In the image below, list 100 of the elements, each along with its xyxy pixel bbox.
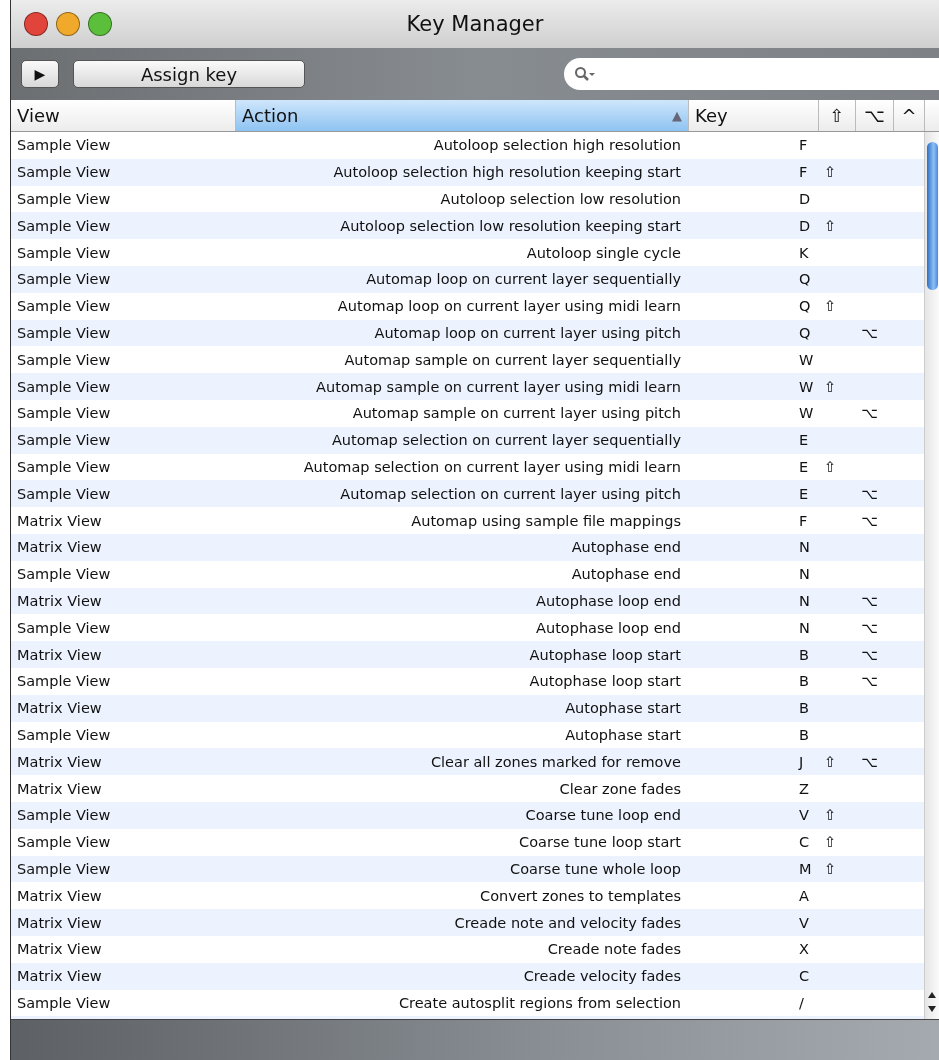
table-cell: D [799, 191, 811, 207]
table-cell-text: Matrix View [16, 646, 103, 663]
table-cell-text: Matrix View [16, 941, 103, 958]
table-cell-text: Coarse tune whole loop [509, 860, 682, 877]
table-cell-text: Coarse tune loop end [524, 807, 682, 824]
table-cell-text: Sample View [16, 378, 112, 395]
minimize-button[interactable] [56, 12, 80, 36]
table-cell-text: Matrix View [16, 887, 103, 904]
table-cell-text: Autophase loop start [528, 673, 682, 690]
table-cell: M [799, 860, 812, 877]
table-cell-text: Creade note and velocity fades [453, 914, 682, 931]
table-cell-text: Matrix View [16, 592, 103, 609]
table-cell: F [799, 137, 808, 154]
table-cell: N [799, 539, 810, 556]
assign-key-button[interactable]: Assign key [73, 60, 305, 88]
table-cell-text: Autoloop selection low resolution [439, 191, 682, 207]
table-cell-text: Autoloop single cycle [525, 244, 682, 261]
table-cell-text: Autophase start [564, 700, 682, 717]
table-cell: W [799, 351, 814, 368]
table-cell: ⌥ [861, 619, 878, 636]
play-button[interactable]: ▶ [21, 60, 59, 88]
table-cell: Q [799, 271, 811, 288]
table-cell: ⇧ [824, 807, 837, 824]
table-cell-text: Matrix View [16, 914, 103, 931]
table-cell-text: Automap loop on current layer using pitch [373, 324, 682, 341]
table-cell: ⌥ [861, 592, 878, 609]
scroll-up-icon[interactable] [927, 991, 937, 999]
table-cell: ⇧ [824, 217, 837, 234]
table-cell-text: Autoloop selection low resolution keeping start [339, 217, 682, 234]
table-cell-text: Autophase loop end [535, 592, 682, 609]
table-cell-text: Sample View [16, 485, 112, 502]
table-cell-text: Clear zone fades [558, 780, 682, 797]
table-cell-text: Sample View [16, 324, 112, 341]
table-cell-text: Sample View [16, 566, 112, 583]
table-cell-text: Automap loop on current layer using midi learn [336, 298, 682, 315]
table-cell-text: Sample View [16, 271, 112, 288]
close-button[interactable] [24, 12, 48, 36]
table-cell: V [799, 914, 809, 931]
table-cell-text: Creade velocity fades [522, 968, 682, 985]
table-cell: W [799, 405, 814, 422]
table-cell-text: Sample View [16, 217, 112, 234]
table-cell-text: Autophase end [570, 566, 682, 583]
table-cell-text: Sample View [16, 351, 112, 368]
table-cell-text: Creade note fades [546, 941, 682, 958]
table-cell: Q [799, 324, 811, 341]
table-cell-text: Matrix View [16, 968, 103, 985]
table-cell: ⇧ [824, 458, 837, 475]
search-field[interactable] [564, 58, 939, 90]
table-cell: N [799, 592, 810, 609]
table-cell: K [799, 244, 809, 261]
scroll-down-icon[interactable] [927, 1005, 937, 1013]
table-cell-text: Sample View [16, 298, 112, 315]
table-cell-text: Automap selection on current layer using midi learn [302, 458, 682, 475]
column-header[interactable]: ⌥ [856, 100, 894, 131]
table-cell-text: Automap selection on current layer using pitch [339, 485, 682, 502]
table-cell-text: Autophase start [564, 726, 682, 743]
table-cell: ⌥ [861, 405, 878, 422]
table-cell: C [799, 968, 810, 985]
table-cell-text: Sample View [16, 191, 112, 207]
table-cell-text: Autoloop selection high resolution [432, 137, 682, 154]
table-cell-text: Sample View [16, 994, 112, 1011]
table-cell-text: Sample View [16, 807, 112, 824]
table-cell: W [799, 378, 814, 395]
table-cell-text: Matrix View [16, 780, 103, 797]
table-cell: B [799, 726, 809, 743]
table-cell: A [799, 887, 809, 904]
table-cell: B [799, 700, 809, 717]
window-title: Key Manager [406, 12, 544, 36]
table-cell: V [799, 807, 809, 824]
table-cell-text: Matrix View [16, 539, 103, 556]
table-cell: ⇧ [824, 860, 837, 877]
search-icon [574, 66, 596, 82]
table-cell-text: Matrix View [16, 700, 103, 717]
table-cell: B [799, 646, 809, 663]
zoom-button[interactable] [88, 12, 112, 36]
column-header[interactable]: ⇧ [819, 100, 856, 131]
table-cell: ⌥ [861, 485, 878, 502]
column-header[interactable]: Action ▲ [236, 100, 689, 131]
table-cell: N [799, 619, 810, 636]
table-cell: ⇧ [824, 834, 837, 851]
scrollbar[interactable] [924, 132, 939, 1019]
table-cell-text: Autophase loop start [528, 646, 682, 663]
table-cell-text: Autophase loop end [535, 619, 682, 636]
table-cell-text: Sample View [16, 244, 112, 261]
table-cell-text: Autophase end [570, 539, 682, 556]
scroll-thumb[interactable] [927, 142, 938, 290]
table-cell: ⌥ [861, 673, 878, 690]
table-cell: J [799, 753, 804, 770]
table-cell-text: Sample View [16, 860, 112, 877]
table-cell: Q [799, 298, 811, 315]
column-header[interactable]: ^ [894, 100, 925, 131]
table-cell-text: Clear all zones marked for remove [429, 753, 682, 770]
table-cell-text: Automap sample on current layer sequentially [343, 351, 682, 368]
table-cell: ⇧ [824, 753, 837, 770]
table-cell: F [799, 164, 808, 181]
table-cell: N [799, 566, 810, 583]
table-cell: / [799, 994, 804, 1011]
table-cell-text: Sample View [16, 432, 112, 449]
column-header[interactable]: Key [689, 100, 819, 131]
table-cell-text: Matrix View [16, 512, 103, 529]
